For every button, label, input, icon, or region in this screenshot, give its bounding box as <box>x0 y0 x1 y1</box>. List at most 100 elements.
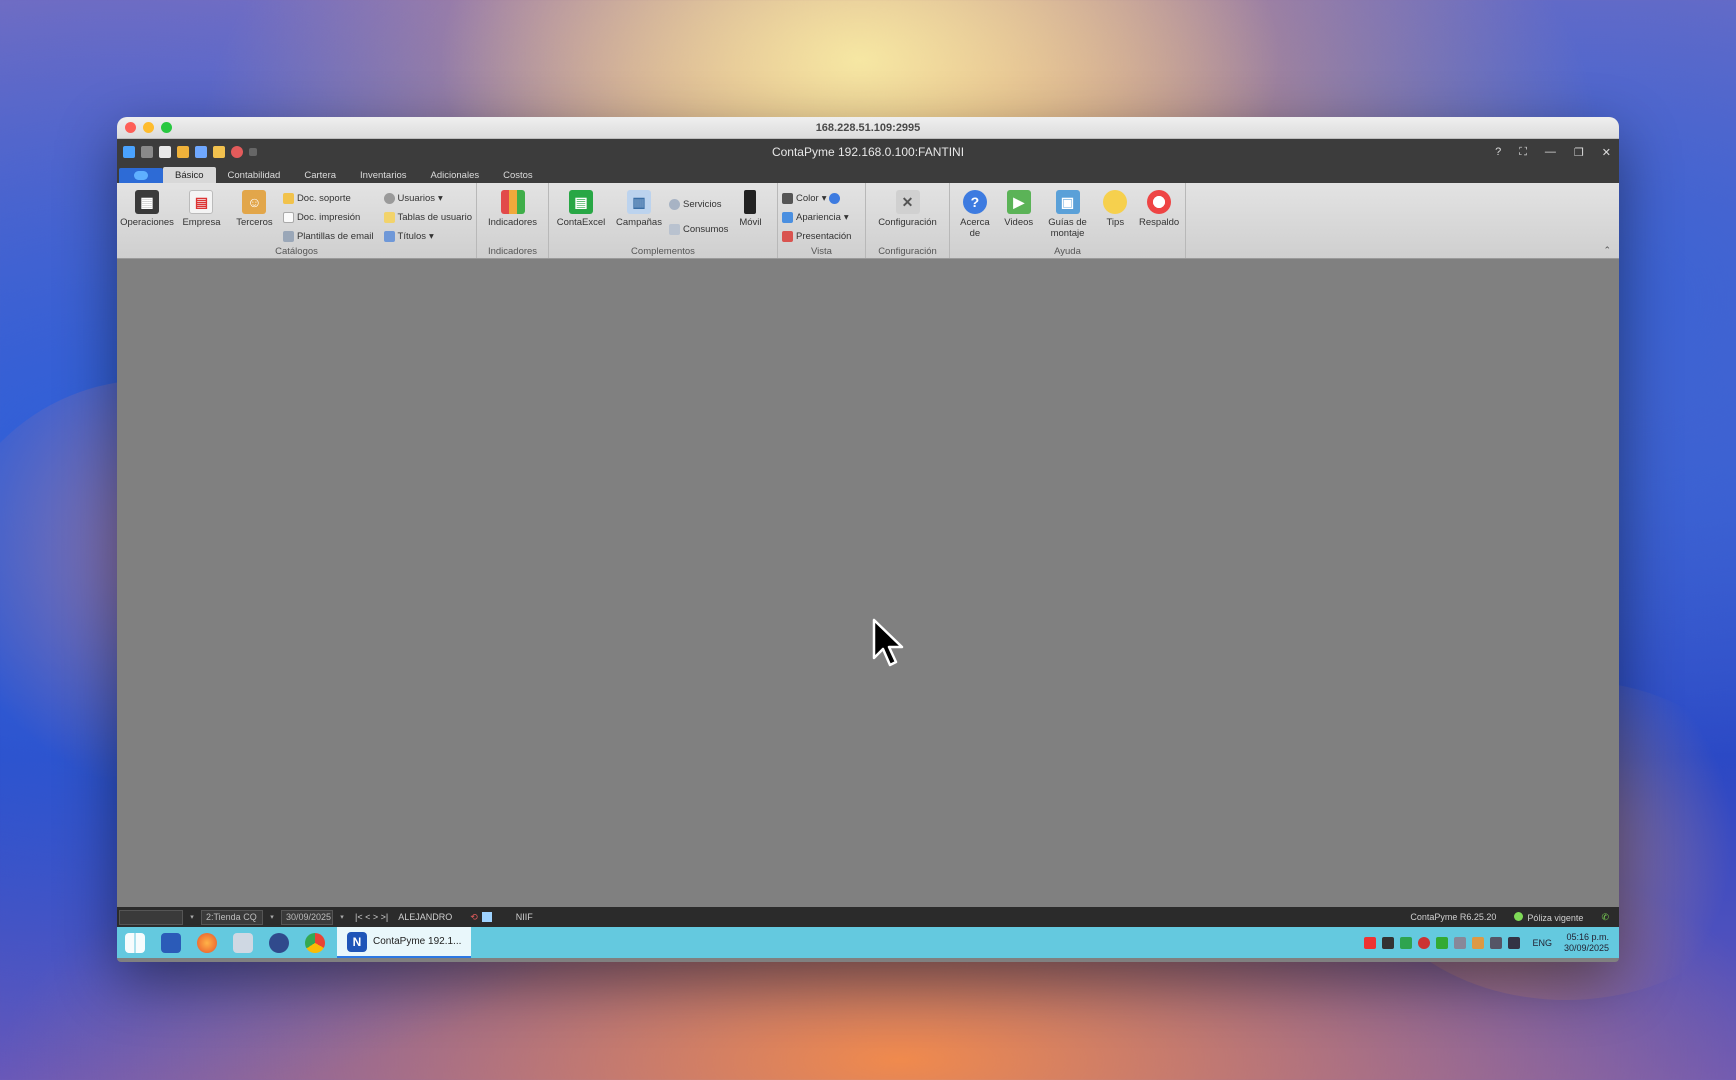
tab-cartera[interactable]: Cartera <box>292 167 348 183</box>
configuracion-button[interactable]: ✕ Configuración <box>872 187 944 245</box>
firefox-taskbar-icon[interactable] <box>189 927 225 958</box>
close-button[interactable]: ✕ <box>1602 146 1611 159</box>
group-complementos: ▤ ContaExcel ▥ Campañas Servicios Consum… <box>549 183 778 258</box>
group-label-vista: Vista <box>811 246 832 257</box>
grid-icon[interactable] <box>141 146 153 158</box>
sync-icon[interactable]: ⟲ <box>470 912 478 923</box>
doc-impresion-button[interactable]: Doc. impresión <box>282 210 374 225</box>
flag-icon[interactable] <box>1490 936 1503 949</box>
color-button[interactable]: Color ▾ <box>782 191 851 206</box>
usuarios-button[interactable]: Usuarios ▾ <box>383 191 472 206</box>
videos-button[interactable]: ▶ Videos <box>1000 187 1038 245</box>
tray-app-icon[interactable] <box>1400 936 1413 949</box>
date-field[interactable]: 30/09/2025 <box>281 909 333 925</box>
file-menu-button[interactable] <box>119 168 163 183</box>
file-explorer-taskbar-icon[interactable] <box>225 927 261 958</box>
indicadores-button[interactable]: Indicadores <box>483 187 543 245</box>
presentacion-button[interactable]: Presentación <box>782 229 851 244</box>
respaldo-button[interactable]: Respaldo <box>1137 187 1181 245</box>
empresa-button[interactable]: ▤ Empresa <box>177 187 226 245</box>
empresa-icon: ▤ <box>189 190 214 214</box>
acerca-de-button[interactable]: ? Acerca de <box>954 187 996 245</box>
tab-inventarios[interactable]: Inventarios <box>348 167 418 183</box>
operaciones-icon: ▦ <box>135 190 159 214</box>
contapyme-app-icon: N <box>347 931 367 952</box>
appearance-icon <box>782 212 793 223</box>
qat-dropdown-icon[interactable] <box>249 148 257 156</box>
mac-titlebar[interactable]: 168.228.51.109:2995 <box>117 117 1619 139</box>
status-field-1[interactable] <box>119 909 183 925</box>
tab-basico[interactable]: Básico <box>163 167 216 183</box>
record-navigation[interactable]: |< < > >| <box>355 912 388 922</box>
chevron-down-icon[interactable]: ▾ <box>337 913 347 921</box>
group-indicadores: Indicadores Indicadores <box>477 183 549 258</box>
store-field[interactable]: 2:Tienda CQ <box>201 909 263 925</box>
network-icon[interactable] <box>1508 936 1521 949</box>
chevron-down-icon[interactable]: ▾ <box>267 913 277 921</box>
lightbulb-icon <box>1103 190 1128 214</box>
apariencia-button[interactable]: Apariencia ▾ <box>782 210 851 225</box>
chrome-taskbar-icon[interactable] <box>297 927 333 958</box>
tray-app-icon[interactable] <box>1364 936 1377 949</box>
version-label: ContaPyme R6.25.20 <box>1410 912 1497 922</box>
box-icon[interactable] <box>213 146 225 158</box>
minimize-window-button[interactable] <box>143 122 154 133</box>
servicios-button[interactable]: Servicios <box>669 197 728 212</box>
tray-app-icon[interactable] <box>1454 936 1467 949</box>
columns-icon[interactable] <box>481 912 492 922</box>
consumos-button[interactable]: Consumos <box>669 222 728 237</box>
titulos-icon <box>383 231 395 242</box>
chevron-down-icon[interactable]: ▾ <box>187 913 197 921</box>
table-icon[interactable] <box>195 146 207 158</box>
guide-icon: ▣ <box>1055 190 1080 214</box>
windows-start-button[interactable] <box>117 927 153 958</box>
close-window-button[interactable] <box>125 122 136 133</box>
contapyme-taskbar-button[interactable]: N ContaPyme 192.1... <box>337 927 472 958</box>
help-circle-icon[interactable] <box>829 193 841 204</box>
plantillas-email-button[interactable]: Plantillas de email <box>282 229 374 244</box>
tablas-usuario-button[interactable]: Tablas de usuario <box>383 210 472 225</box>
quick-access-toolbar <box>117 146 257 158</box>
tab-adicionales[interactable]: Adicionales <box>419 167 492 183</box>
windows-logo-icon <box>125 932 145 953</box>
tray-app-icon[interactable] <box>1436 936 1449 949</box>
group-label-configuracion: Configuración <box>878 246 937 257</box>
titulos-button[interactable]: Títulos ▾ <box>383 229 472 244</box>
guias-montaje-button[interactable]: ▣ Guías de montaje <box>1042 187 1094 245</box>
contaexcel-button[interactable]: ▤ ContaExcel <box>553 187 609 245</box>
doc-soporte-button[interactable]: Doc. soporte <box>282 191 374 206</box>
ribbon-tabs: Básico Contabilidad Cartera Inventarios … <box>117 165 1619 183</box>
group-configuracion: ✕ Configuración Configuración <box>866 183 950 258</box>
powershell-taskbar-icon[interactable] <box>153 927 189 958</box>
users-icon[interactable] <box>177 146 189 158</box>
operaciones-button[interactable]: ▦ Operaciones <box>120 187 174 245</box>
palette-icon <box>782 193 793 204</box>
fullscreen-button[interactable]: ⛶ <box>1519 146 1527 159</box>
group-label-ayuda: Ayuda <box>1054 246 1081 257</box>
tab-contabilidad[interactable]: Contabilidad <box>216 167 293 183</box>
app-logo-icon[interactable] <box>123 146 135 158</box>
tray-app-icon[interactable] <box>1382 936 1395 949</box>
collapse-ribbon-icon[interactable]: ⌃ <box>1603 245 1611 256</box>
tab-costos[interactable]: Costos <box>491 167 545 183</box>
tray-app-icon[interactable] <box>1472 936 1485 949</box>
document-icon[interactable] <box>159 146 171 158</box>
lifebuoy-icon[interactable] <box>231 146 243 158</box>
help-button[interactable]: ? <box>1495 146 1501 158</box>
tray-app-icon[interactable] <box>1418 936 1431 949</box>
language-indicator[interactable]: ENG <box>1532 938 1552 948</box>
remote-desktop-window: 168.228.51.109:2995 ContaPyme 192.168.0.… <box>117 117 1619 962</box>
ribbon: ▦ Operaciones ▤ Empresa ☺ Terceros Doc. … <box>117 183 1619 259</box>
minimize-button[interactable]: — <box>1545 146 1556 158</box>
tools-icon: ✕ <box>895 190 920 214</box>
restore-button[interactable]: ❐ <box>1574 146 1584 159</box>
campanas-button[interactable]: ▥ Campañas <box>613 187 665 245</box>
tips-button[interactable]: Tips <box>1097 187 1133 245</box>
movil-button[interactable]: Móvil <box>732 187 768 245</box>
security-taskbar-icon[interactable] <box>261 927 297 958</box>
zoom-window-button[interactable] <box>161 122 172 133</box>
phone-icon[interactable]: ✆ <box>1601 912 1609 923</box>
clock[interactable]: 05:16 p.m. 30/09/2025 <box>1564 932 1609 954</box>
system-tray: ENG 05:16 p.m. 30/09/2025 <box>1364 927 1609 958</box>
terceros-button[interactable]: ☺ Terceros <box>230 187 279 245</box>
